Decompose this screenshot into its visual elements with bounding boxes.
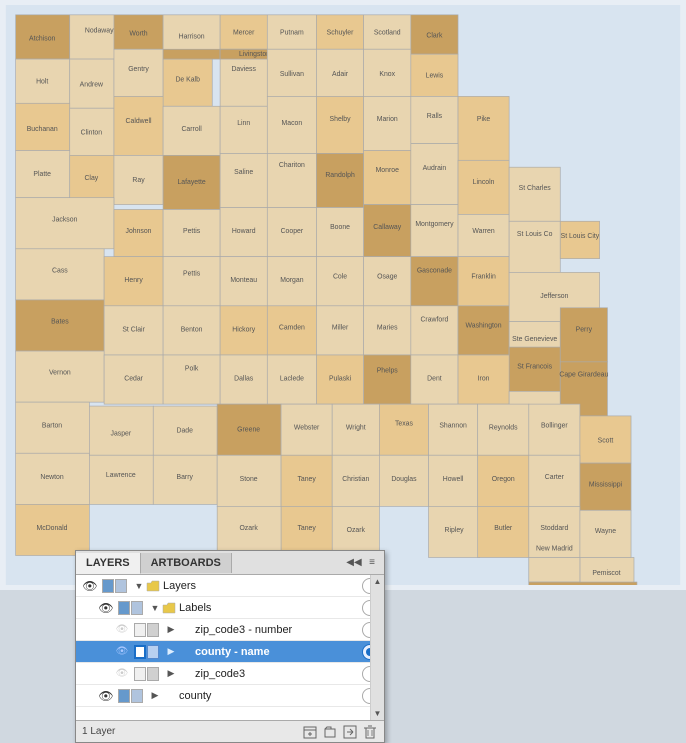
layer-count-label: 1 Layer	[82, 726, 298, 737]
visibility-icon-labels[interactable]: 👁	[96, 601, 116, 615]
color-swatches-zip3	[134, 667, 162, 681]
new-layer-button[interactable]	[302, 724, 318, 740]
layer-name-county: county	[162, 690, 362, 702]
expand-icon-zip-number[interactable]: ▶	[164, 624, 178, 635]
layer-name-zip3: zip_code3	[178, 668, 362, 680]
tab-layers[interactable]: LAYERS	[76, 553, 141, 574]
color-swatches-layers	[102, 579, 130, 593]
layer-row-layers[interactable]: 👁 ▼ Layers	[76, 575, 384, 597]
layer-name-layers: Layers	[163, 580, 362, 592]
panel-header: LAYERS ARTBOARDS ◀◀ ≡	[76, 551, 384, 575]
visibility-icon-zip-number[interactable]: 👁	[112, 624, 132, 635]
move-selection-button[interactable]	[342, 724, 358, 740]
tab-artboards[interactable]: ARTBOARDS	[141, 553, 232, 573]
color-swatches-labels	[118, 601, 146, 615]
panel-tabs: LAYERS ARTBOARDS	[76, 553, 342, 573]
visibility-icon-layers[interactable]: 👁	[80, 579, 100, 593]
eye-closed-icon: 👁	[116, 624, 129, 635]
expand-icon-labels[interactable]: ▼	[148, 603, 162, 613]
layers-content: ▲ ▼ 👁 ▼ Layers	[76, 575, 384, 720]
color-swatches-county	[118, 689, 146, 703]
layer-row-zip3[interactable]: 👁 ▶ zip_code3	[76, 663, 384, 685]
eye-open-icon-labels: 👁	[98, 601, 113, 615]
color-swatches-county-name	[134, 645, 162, 659]
eye-icon-county: 👁	[116, 646, 129, 657]
layer-row-county-name[interactable]: 👁 ▶ county - name	[76, 641, 384, 663]
expand-icon-zip3[interactable]: ▶	[164, 668, 178, 679]
delete-layer-button[interactable]	[362, 724, 378, 740]
panel-footer: 1 Layer	[76, 720, 384, 742]
expand-icon-county[interactable]: ▶	[148, 690, 162, 701]
layer-name-county-name: county - name	[178, 646, 362, 658]
scroll-bar[interactable]: ▲ ▼	[370, 575, 384, 720]
map-area: Atchison Nodaway Worth Harrison Mercer P…	[0, 0, 686, 590]
visibility-icon-zip3[interactable]: 👁	[112, 668, 132, 679]
panel-menu-icon[interactable]: ≡	[364, 555, 380, 571]
layer-row-zip-number[interactable]: 👁 ▶ zip_code3 - number	[76, 619, 384, 641]
layer-name-zip-number: zip_code3 - number	[178, 624, 362, 636]
missouri-map: Atchison Nodaway Worth Harrison Mercer P…	[5, 5, 681, 585]
folder-icon-labels	[162, 602, 176, 614]
scroll-up-arrow[interactable]: ▲	[371, 575, 384, 586]
panel-controls: ◀◀ ≡	[342, 555, 384, 571]
layer-row-labels[interactable]: 👁 ▼ Labels	[76, 597, 384, 619]
color-swatches-zip-number	[134, 623, 162, 637]
layer-row-county[interactable]: 👁 ▶ county	[76, 685, 384, 707]
eye-open-icon: 👁	[82, 579, 97, 593]
expand-icon-layers[interactable]: ▼	[132, 581, 146, 591]
expand-icon-county-name[interactable]: ▶	[164, 646, 178, 657]
new-group-button[interactable]	[322, 724, 338, 740]
layer-name-labels: Labels	[179, 602, 362, 614]
visibility-icon-county[interactable]: 👁	[96, 689, 116, 703]
eye-icon-zip3: 👁	[116, 668, 129, 679]
scroll-down-arrow[interactable]: ▼	[371, 709, 384, 720]
collapse-icon[interactable]: ◀◀	[346, 555, 362, 571]
layers-panel: LAYERS ARTBOARDS ◀◀ ≡ ▲ ▼ 👁 ▼	[75, 550, 385, 743]
folder-icon-layers	[146, 580, 160, 592]
visibility-icon-county-name[interactable]: 👁	[112, 646, 132, 657]
eye-open-icon-county: 👁	[98, 689, 113, 703]
